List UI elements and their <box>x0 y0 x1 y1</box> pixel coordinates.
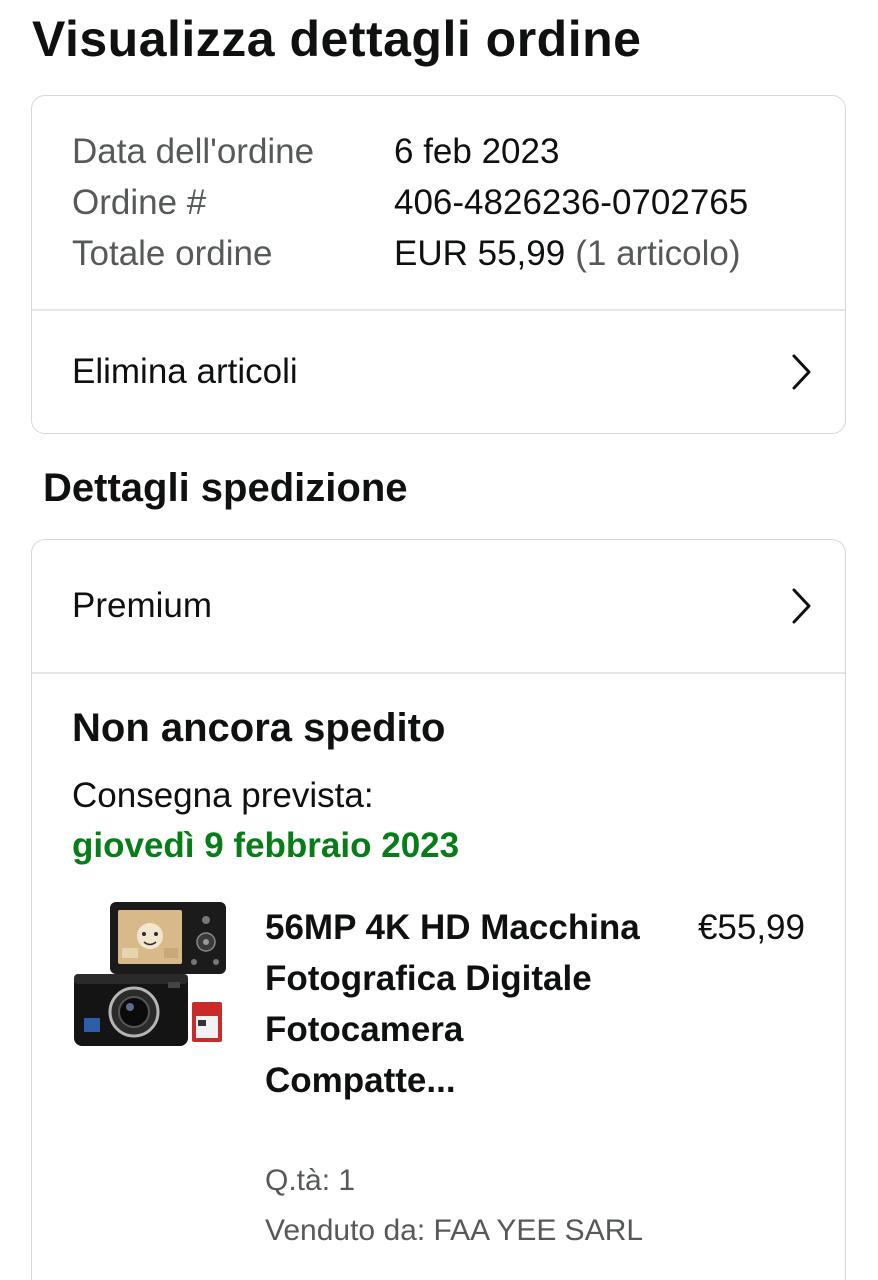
shipment-status: Non ancora spedito <box>72 706 446 750</box>
order-item-count: (1 articolo) <box>575 233 741 273</box>
order-number-value: 406-4826236-0702765 <box>394 182 749 222</box>
product-seller: Venduto da: FAA YEE SARL <box>265 1214 644 1247</box>
order-total-row: Totale ordine EUR 55,99 (1 articolo) <box>72 228 748 279</box>
order-date-label: Data dell'ordine <box>72 131 315 171</box>
order-number-label: Ordine # <box>72 182 207 222</box>
chevron-right-icon <box>792 588 811 623</box>
remove-items-link[interactable]: Elimina articoli <box>32 310 845 434</box>
order-date-value: 6 feb 2023 <box>394 131 560 171</box>
product-price: €55,99 <box>697 908 805 947</box>
delivery-date: giovedì 9 febbraio 2023 <box>72 826 460 865</box>
product-title[interactable]: 56MP 4K HD Macchina Fotografica Digitale… <box>265 902 655 1106</box>
divider <box>32 672 845 674</box>
delivery-label: Consegna prevista: <box>72 776 374 815</box>
product-quantity: Q.tà: 1 <box>265 1164 356 1197</box>
remove-items-label: Elimina articoli <box>72 352 298 391</box>
order-total-label: Totale ordine <box>72 233 273 273</box>
shipping-method-label: Premium <box>72 585 213 625</box>
order-total-value: EUR 55,99 <box>394 233 566 273</box>
page-title: Visualizza dettagli ordine <box>32 11 642 67</box>
order-summary-card: Data dell'ordine 6 feb 2023 Ordine # 406… <box>31 95 846 434</box>
shipping-section-title: Dettagli spedizione <box>43 466 408 510</box>
order-date-row: Data dell'ordine 6 feb 2023 <box>72 126 748 177</box>
shipping-method-link[interactable]: Premium <box>32 540 845 671</box>
shipping-card: Premium Non ancora spedito Consegna prev… <box>31 539 846 1280</box>
order-number-row: Ordine # 406-4826236-0702765 <box>72 177 748 228</box>
order-summary-rows: Data dell'ordine 6 feb 2023 Ordine # 406… <box>72 126 748 279</box>
chevron-right-icon <box>792 354 811 390</box>
digital-camera-product-image[interactable] <box>72 898 232 1058</box>
